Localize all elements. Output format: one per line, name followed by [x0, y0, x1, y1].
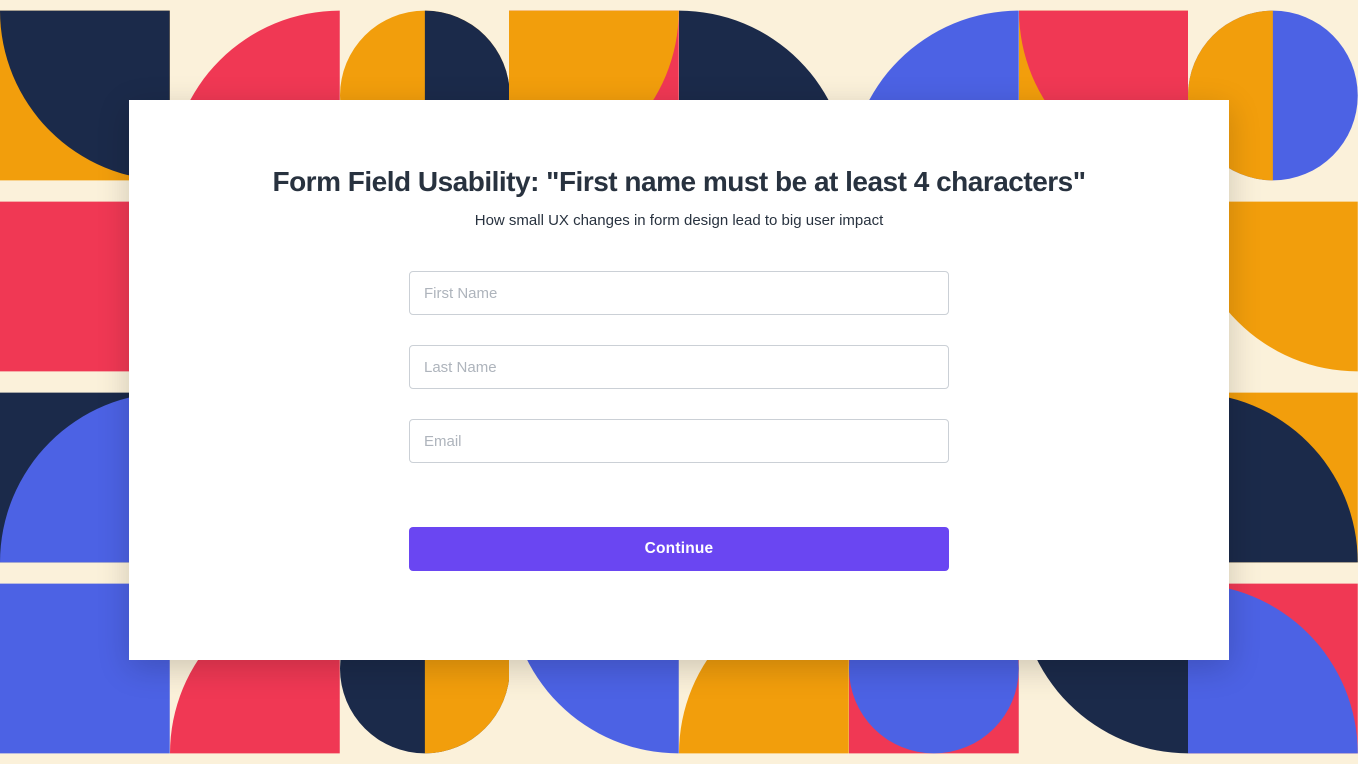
email-input[interactable]: [409, 419, 949, 463]
page-title: Form Field Usability: "First name must b…: [272, 166, 1085, 198]
page-subtitle: How small UX changes in form design lead…: [475, 212, 884, 229]
last-name-input[interactable]: [409, 345, 949, 389]
signup-form: Continue: [409, 271, 949, 571]
continue-button[interactable]: Continue: [409, 527, 949, 571]
first-name-input[interactable]: [409, 271, 949, 315]
form-card: Form Field Usability: "First name must b…: [129, 100, 1229, 660]
